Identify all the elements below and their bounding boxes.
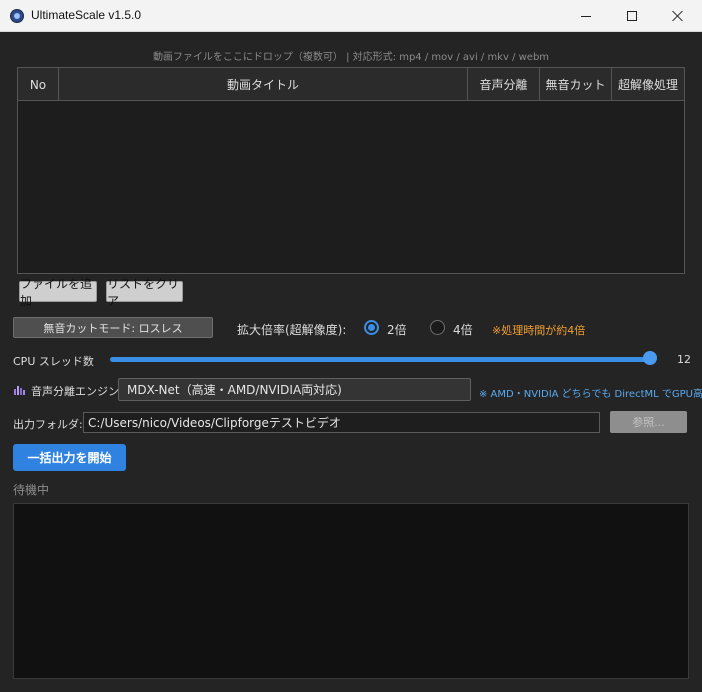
column-header-no[interactable]: No <box>18 68 59 101</box>
scale-2x-radio[interactable] <box>364 320 379 335</box>
minimize-icon <box>581 15 591 17</box>
scale-warning: ※処理時間が約4倍 <box>492 324 586 337</box>
add-file-button[interactable]: ファイルを追加 <box>19 277 97 308</box>
status-text: 待機中 <box>13 483 50 497</box>
scale-label: 拡大倍率(超解像度): <box>237 323 347 337</box>
scale-2x-label[interactable]: 2倍 <box>387 321 407 338</box>
table-header: No 動画タイトル 音声分離 無音カット 超解像処理 <box>18 68 684 101</box>
minimize-button[interactable] <box>563 0 609 32</box>
silence-cut-mode-button[interactable]: 無音カットモード: ロスレス <box>13 317 213 338</box>
clear-list-button[interactable]: リストをクリア <box>106 277 183 308</box>
log-area[interactable] <box>13 503 689 679</box>
cpu-threads-label: CPU スレッド数 <box>13 355 94 368</box>
app-icon <box>10 9 24 23</box>
cpu-threads-slider[interactable] <box>110 357 656 362</box>
close-icon <box>672 10 684 22</box>
engine-note: ※ AMD・NVIDIA どちらでも DirectML でGPU高速 <box>479 389 702 400</box>
column-header-audio-separation[interactable]: 音声分離 <box>468 68 540 101</box>
engine-select[interactable]: MDX-Net（高速・AMD/NVIDIA両対応) <box>118 378 471 401</box>
cpu-threads-slider-handle[interactable] <box>643 351 657 365</box>
file-table[interactable]: No 動画タイトル 音声分離 無音カット 超解像処理 <box>17 67 685 274</box>
engine-label: 音声分離エンジン: <box>31 385 123 398</box>
cpu-threads-value: 12 <box>677 353 691 366</box>
audio-separation-icon <box>13 384 26 397</box>
drop-hint: 動画ファイルをここにドロップ（複数可） | 対応形式: mp4 / mov / … <box>152 52 550 63</box>
scale-4x-label[interactable]: 4倍 <box>453 321 473 338</box>
close-button[interactable] <box>655 0 701 32</box>
browse-button[interactable]: 参照... <box>610 411 687 433</box>
maximize-icon <box>627 11 637 21</box>
column-header-title[interactable]: 動画タイトル <box>59 68 468 101</box>
output-folder-label: 出力フォルダ: <box>13 418 83 431</box>
column-header-silence-cut[interactable]: 無音カット <box>540 68 612 101</box>
start-batch-export-button[interactable]: 一括出力を開始 <box>13 444 126 471</box>
output-folder-input[interactable]: C:/Users/nico/Videos/Clipforgeテストビデオ <box>83 412 600 433</box>
title-bar: UltimateScale v1.5.0 <box>0 0 702 32</box>
maximize-button[interactable] <box>609 0 655 32</box>
window-title: UltimateScale v1.5.0 <box>31 8 142 22</box>
scale-4x-radio[interactable] <box>430 320 445 335</box>
column-header-super-resolution[interactable]: 超解像処理 <box>612 68 684 101</box>
